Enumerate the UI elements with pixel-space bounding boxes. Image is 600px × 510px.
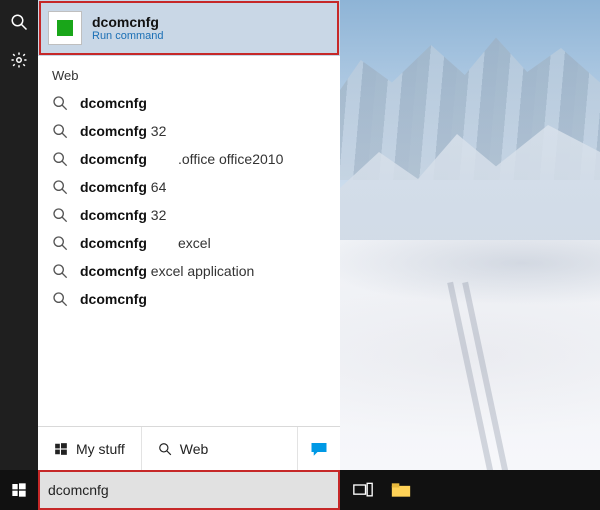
web-result-text: dcomcnfg: [80, 291, 147, 307]
search-icon[interactable]: [9, 12, 29, 32]
filter-bar: My stuff Web: [38, 426, 340, 470]
web-result-row[interactable]: dcomcnfg: [38, 89, 340, 117]
taskbar-apps: [342, 479, 412, 501]
taskbar-search-box[interactable]: dcomcnfg: [38, 470, 340, 510]
wallpaper-snow: [340, 240, 600, 470]
best-match-title: dcomcnfg: [92, 14, 164, 30]
best-match-text: dcomcnfg Run command: [92, 14, 164, 43]
feedback-button[interactable]: [297, 427, 340, 470]
web-result-text: dcomcnfg: [80, 95, 147, 111]
web-result-row[interactable]: dcomcnfg 32: [38, 201, 340, 229]
filter-my-stuff[interactable]: My stuff: [38, 427, 141, 470]
task-view-button[interactable]: [352, 479, 374, 501]
web-result-text: dcomcnfg .office office2010: [80, 151, 283, 167]
file-explorer-button[interactable]: [390, 479, 412, 501]
search-panel: dcomcnfg Run command Web dcomcnfgdcomcnf…: [38, 0, 340, 470]
web-result-row[interactable]: dcomcnfg 32: [38, 117, 340, 145]
start-button[interactable]: [0, 470, 38, 510]
start-rail: [0, 0, 38, 470]
web-result-row[interactable]: dcomcnfg: [38, 285, 340, 313]
best-match-subtitle: Run command: [92, 30, 164, 43]
web-result-text: dcomcnfg 32: [80, 207, 166, 223]
web-result-row[interactable]: dcomcnfg 64: [38, 173, 340, 201]
web-result-text: dcomcnfg excel application: [80, 263, 254, 279]
filter-web-label: Web: [180, 441, 209, 457]
web-results-list: dcomcnfg dcomcnfg 32 dcomcnfg .office offi…: [38, 89, 340, 426]
taskbar: dcomcnfg: [0, 470, 600, 510]
web-result-row[interactable]: dcomcnfg excel application: [38, 257, 340, 285]
search-input-text: dcomcnfg: [48, 482, 109, 498]
web-result-text: dcomcnfg excel: [80, 235, 211, 251]
feedback-icon: [310, 441, 328, 457]
web-result-row[interactable]: dcomcnfg excel: [38, 229, 340, 257]
web-result-text: dcomcnfg 64: [80, 179, 166, 195]
filter-my-stuff-label: My stuff: [76, 441, 125, 457]
run-command-icon: [48, 11, 82, 45]
web-result-row[interactable]: dcomcnfg .office office2010: [38, 145, 340, 173]
web-result-text: dcomcnfg 32: [80, 123, 166, 139]
gear-icon[interactable]: [9, 50, 29, 70]
filter-web[interactable]: Web: [141, 427, 225, 470]
best-match-result[interactable]: dcomcnfg Run command: [38, 0, 340, 56]
web-section-label: Web: [38, 56, 340, 89]
search-icon: [158, 442, 172, 456]
windows-logo-icon: [54, 442, 68, 456]
